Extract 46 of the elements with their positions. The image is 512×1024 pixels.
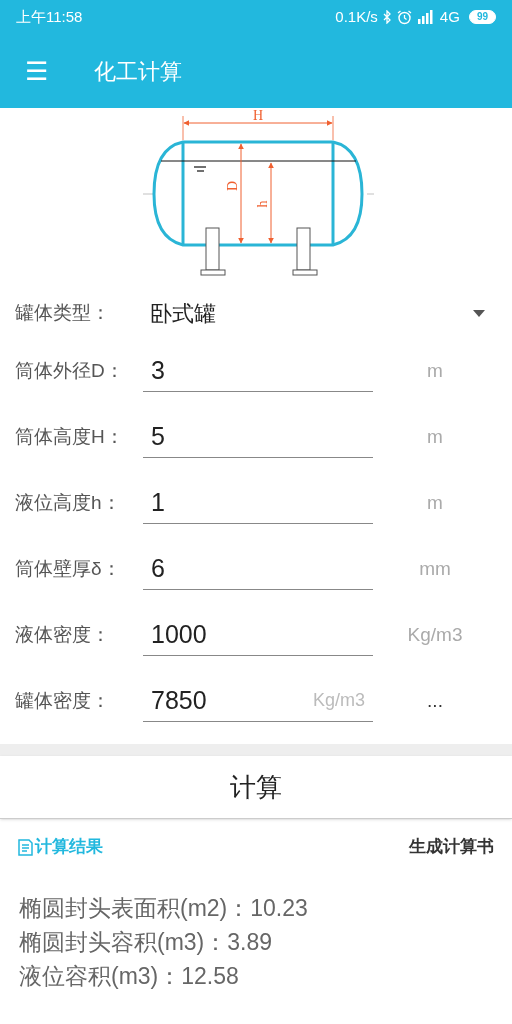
result-line: 液位容积(m3)：12.58 — [19, 962, 240, 991]
field-label: 筒体高度H： — [15, 424, 125, 449]
signal-icon — [416, 10, 435, 24]
dropdown-caret-icon — [473, 309, 485, 317]
input-field[interactable]: 1000 — [143, 614, 373, 656]
dimension-label: h — [255, 200, 270, 208]
field-value: 1 — [151, 486, 165, 518]
field-value: 6 — [151, 552, 165, 584]
input-field[interactable]: 5 — [143, 416, 373, 458]
result-line: 椭圆封头容积(m3)：3.89 — [19, 928, 274, 957]
field-label: 罐体类型： — [15, 300, 111, 325]
results-title: 计算结果 — [35, 836, 103, 859]
calculate-button[interactable]: 计算 — [0, 756, 512, 819]
alarm-icon — [396, 9, 412, 25]
unit-label: mm — [419, 556, 451, 581]
app-title: 化工计算 — [94, 57, 182, 86]
unit-label: Kg/m3 — [407, 622, 463, 647]
dimension-label: H — [252, 108, 264, 123]
unit-label: Kg/m3 — [312, 689, 365, 712]
unit-label: m — [427, 424, 443, 449]
field-label: 液位高度h： — [15, 490, 122, 515]
input-field[interactable]: 6 — [143, 548, 373, 590]
field-value: 3 — [151, 354, 165, 386]
input-field[interactable]: 7850 Kg/m3 — [143, 680, 373, 722]
battery-indicator: 99 — [468, 10, 496, 24]
tank-type-dropdown[interactable]: 卧式罐 — [150, 296, 497, 330]
field-label: 筒体外径D： — [15, 358, 125, 383]
network-type: 4G — [439, 6, 460, 27]
document-icon — [18, 838, 33, 856]
field-label: 筒体壁厚δ： — [15, 556, 122, 581]
status-time: 上午11:58 — [16, 6, 83, 27]
bluetooth-icon — [382, 10, 392, 24]
network-speed: 0.1K/s — [335, 6, 378, 27]
unit-label: m — [427, 490, 443, 515]
more-button[interactable]: ... — [427, 686, 443, 716]
input-field[interactable]: 3 — [143, 350, 373, 392]
field-value: 1000 — [151, 618, 207, 650]
field-value: 5 — [151, 420, 165, 452]
field-value: 7850 — [151, 684, 207, 716]
unit-label: m — [427, 358, 443, 383]
result-line: 椭圆封头表面积(m2)：10.23 — [19, 894, 309, 923]
field-label: 液体密度： — [15, 622, 111, 647]
input-field[interactable]: 1 — [143, 482, 373, 524]
dimension-label: D — [225, 180, 240, 192]
generate-report-button[interactable]: 生成计算书 — [409, 834, 494, 860]
field-label: 罐体密度： — [15, 688, 111, 713]
